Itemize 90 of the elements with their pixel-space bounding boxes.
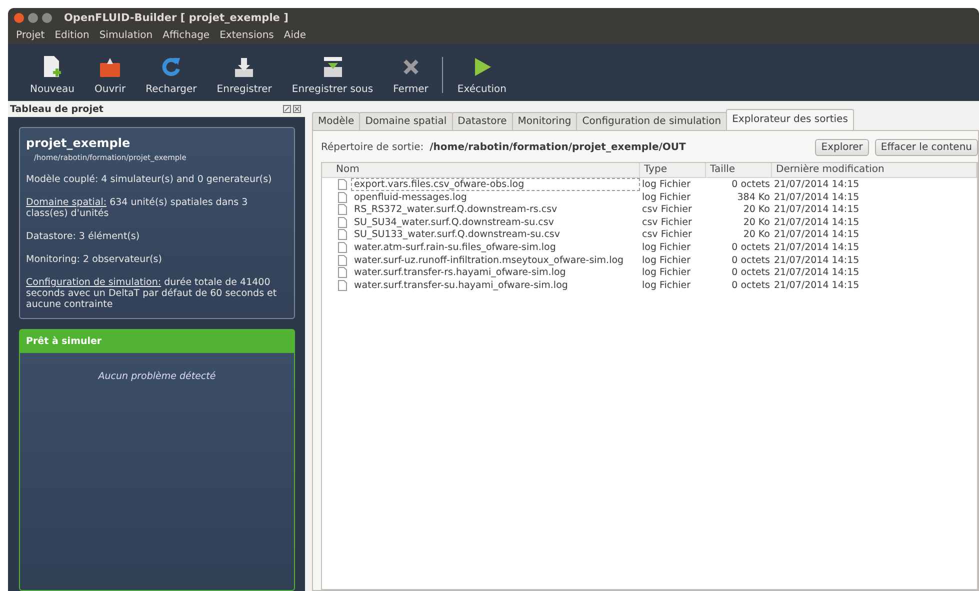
output-path: /home/rabotin/formation/projet_exemple/OUT xyxy=(430,142,687,152)
tab[interactable]: Explorateur des sorties xyxy=(726,109,854,130)
menu-item[interactable]: Projet xyxy=(16,30,45,41)
file-icon xyxy=(338,192,347,203)
file-size: 384 Ko xyxy=(736,192,771,203)
file-type: csv Fichier xyxy=(641,229,693,240)
menu-item[interactable]: Extensions xyxy=(220,30,274,41)
project-info-text: Monitoring: 2 observateur(s) xyxy=(26,254,163,265)
file-date: 21/07/2014 14:15 xyxy=(773,204,860,216)
toolbar-button[interactable]: Enregistrer xyxy=(206,55,282,95)
toolbar-button[interactable]: Recharger xyxy=(136,55,207,95)
project-name: projet_exemple xyxy=(26,136,132,150)
menu-item[interactable]: Edition xyxy=(54,30,90,41)
file-name[interactable]: water.atm-surf.rain-su.files_ofware-sim.log xyxy=(351,240,559,254)
file-type: log Fichier xyxy=(641,254,692,266)
file-icon xyxy=(338,242,347,253)
file-date: 21/07/2014 14:15 xyxy=(773,229,860,240)
toolbar-button[interactable]: Enregistrer sous xyxy=(282,55,384,95)
menu-item[interactable]: Affichage xyxy=(162,30,210,41)
file-size: 20 Ko xyxy=(742,229,771,240)
file-type: log Fichier xyxy=(641,242,692,253)
new-file-icon xyxy=(41,55,64,79)
minimize-window-button[interactable] xyxy=(28,12,38,22)
file-date: 21/07/2014 14:15 xyxy=(773,267,860,278)
maximize-window-button[interactable] xyxy=(42,12,52,22)
file-size: 0 octets xyxy=(730,242,771,253)
file-name[interactable]: water.surf.transfer-rs.hayami_ofware-sim.log xyxy=(351,266,569,280)
tab[interactable]: Modèle xyxy=(312,112,360,130)
file-type: log Fichier xyxy=(641,192,692,203)
file-date: 21/07/2014 14:15 xyxy=(773,254,860,266)
file-date: 21/07/2014 14:15 xyxy=(773,280,860,291)
file-size: 20 Ko xyxy=(742,204,771,216)
file-size: 0 octets xyxy=(730,267,771,278)
file-date: 21/07/2014 14:15 xyxy=(773,242,860,253)
file-type: csv Fichier xyxy=(641,204,693,216)
file-name[interactable]: water.surf.transfer-su.hayami_ofware-sim.log xyxy=(351,278,571,292)
action-button[interactable]: Effacer le contenu xyxy=(874,138,978,156)
column-header[interactable]: Taille xyxy=(706,163,772,177)
file-name[interactable]: SU_SU133_water.surf.Q.downstream-su.csv xyxy=(351,228,563,242)
project-info-text: Configuration de simulation: durée totale de 41400 seconds avec un DeltaT par défaut de 60 seconds et aucune contrainte xyxy=(26,277,278,310)
file-date: 21/07/2014 14:15 xyxy=(773,216,860,228)
column-header[interactable]: Nom xyxy=(322,163,640,177)
file-icon xyxy=(338,204,347,216)
file-name[interactable]: SU_SU34_water.surf.Q.downstream-su.csv xyxy=(351,216,557,229)
tab[interactable]: Monitoring xyxy=(512,112,578,130)
tab[interactable]: Configuration de simulation xyxy=(576,112,728,130)
file-name[interactable]: openfluid-messages.log xyxy=(351,190,470,204)
file-icon xyxy=(338,280,347,291)
file-type: log Fichier xyxy=(641,179,692,190)
file-icon xyxy=(338,254,347,266)
column-header[interactable]: Type xyxy=(640,163,706,177)
column-header[interactable]: Dernière modification xyxy=(772,163,977,177)
info-link[interactable]: Configuration de simulation: xyxy=(26,277,162,288)
toolbar-button[interactable]: Ouvrir xyxy=(84,55,136,95)
file-name[interactable]: RS_RS372_water.surf.Q.downstream-rs.csv xyxy=(351,203,560,216)
file-icon xyxy=(338,216,347,228)
file-icon xyxy=(338,179,347,190)
toolbar-button[interactable]: Fermer xyxy=(383,55,438,95)
file-size: 0 octets xyxy=(730,179,771,190)
file-date: 21/07/2014 14:15 xyxy=(773,192,860,203)
file-name[interactable]: export.vars.files.csv_ofware-obs.log xyxy=(351,178,640,191)
file-type: log Fichier xyxy=(641,267,692,278)
output-label: Répertoire de sortie: xyxy=(321,142,424,152)
file-size: 20 Ko xyxy=(742,216,771,228)
file-date: 21/07/2014 14:15 xyxy=(773,179,860,190)
tab[interactable]: Datastore xyxy=(452,112,513,130)
file-size: 0 octets xyxy=(730,280,771,291)
toolbar-button[interactable]: Exécution xyxy=(447,55,516,95)
file-type: csv Fichier xyxy=(641,216,693,228)
dock-buttons-icon[interactable] xyxy=(283,105,301,113)
status-title: Prêt à simuler xyxy=(20,330,294,353)
file-icon xyxy=(338,267,347,278)
project-info-text: Datastore: 3 élément(s) xyxy=(26,231,141,242)
file-type: log Fichier xyxy=(641,280,692,291)
info-link[interactable]: Domaine spatial: xyxy=(26,197,107,208)
project-info-text: Domaine spatial: 634 unité(s) spatiales dans 3 class(es) d'unités xyxy=(26,197,249,219)
dock-title: Tableau de projet xyxy=(10,104,104,114)
status-message: Aucun problème détecté xyxy=(96,371,217,382)
menu-item[interactable]: Simulation xyxy=(99,30,153,41)
project-info-text: Modèle couplé: 4 simulateur(s) and 0 generateur(s) xyxy=(26,174,273,185)
file-icon xyxy=(338,229,347,240)
tab[interactable]: Domaine spatial xyxy=(359,112,453,130)
file-name[interactable]: water.surf-uz.runoff-infiltration.mseytoux_ofware-sim.log xyxy=(351,254,627,267)
close-window-button[interactable] xyxy=(14,12,24,22)
window-title: OpenFLUID-Builder [ projet_exemple ] xyxy=(64,12,288,24)
menu-item[interactable]: Aide xyxy=(284,30,306,41)
toolbar-button[interactable]: Nouveau xyxy=(20,55,84,95)
file-size: 0 octets xyxy=(730,254,771,266)
reload-icon xyxy=(160,55,182,79)
action-button[interactable]: Explorer xyxy=(815,138,869,156)
